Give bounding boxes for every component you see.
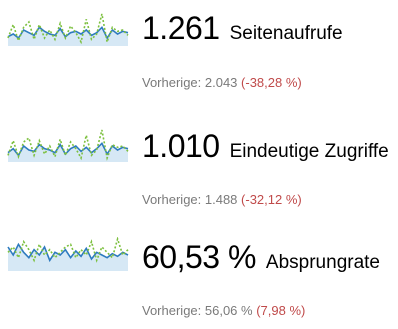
previous-value: Vorherige: 56,06 % (142, 303, 253, 318)
change-percent: (7,98 %) (256, 303, 306, 318)
change-percent: (-38,28 %) (241, 75, 302, 90)
previous-period: Vorherige: 2.043 (-38,28 %) (142, 75, 302, 90)
metric-value: 1.261 (142, 10, 220, 46)
metric-pageviews: 1.261 Seitenaufrufe Vorherige: 2.043 (-38… (0, 0, 398, 100)
metric-label: Seitenaufrufe (229, 23, 343, 44)
previous-period: Vorherige: 56,06 % (7,98 %) (142, 303, 305, 318)
sparkline-unique-visits (7, 129, 129, 162)
previous-period: Vorherige: 1.488 (-32,12 %) (142, 192, 302, 207)
sparkline-pageviews (7, 13, 129, 46)
metric-bounce-rate: 60,53 % Absprungrate Vorherige: 56,06 % (… (0, 229, 398, 329)
change-percent: (-32,12 %) (241, 192, 302, 207)
sparkline-bounce-rate (7, 237, 129, 271)
previous-value: Vorherige: 2.043 (142, 75, 238, 90)
previous-value: Vorherige: 1.488 (142, 192, 238, 207)
metric-value: 60,53 % (142, 239, 256, 275)
sparkline-area (8, 143, 128, 162)
metric-label: Absprungrate (265, 252, 380, 273)
metric-value: 1.010 (142, 128, 220, 164)
sparkline-area (8, 244, 128, 271)
metric-label: Eindeutige Zugriffe (229, 141, 389, 162)
metric-unique-visits: 1.010 Eindeutige Zugriffe Vorherige: 1.48… (0, 118, 398, 218)
